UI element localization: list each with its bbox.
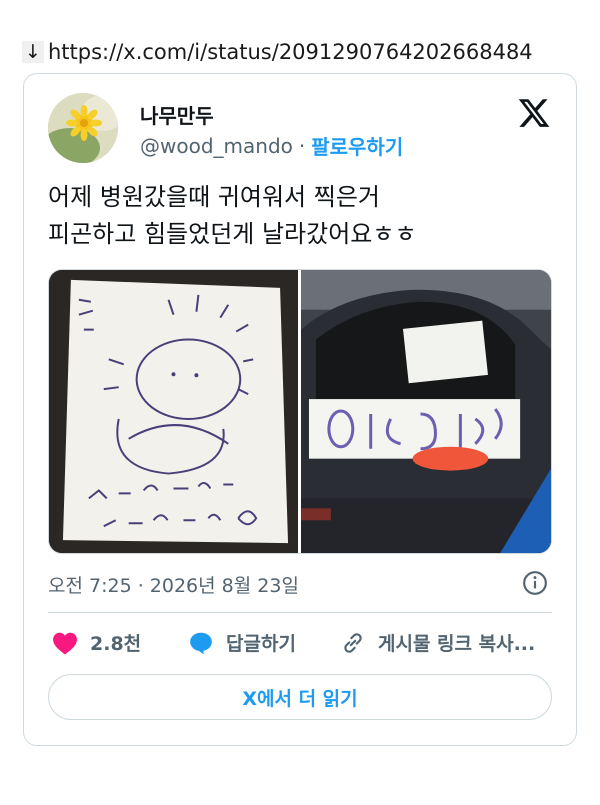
separator-dot: · [298,133,306,158]
avatar-flower-image [48,93,118,163]
tweet-text: 어제 병원갔을때 귀여워서 찍은거 피곤하고 힘들었던게 날라갔어요ㅎㅎ [48,179,558,253]
action-bar: 2.8천 답글하기 게시물 링크 복사... [48,629,552,659]
heart-icon [53,632,77,654]
car-photo-image [301,270,551,553]
copy-link-button[interactable]: 게시물 링크 복사... [340,629,535,656]
avatar[interactable] [48,93,118,163]
photo-car[interactable] [301,270,551,553]
info-icon[interactable] [522,570,548,596]
tweet-text-line-1: 어제 병원갔을때 귀여워서 찍은거 [48,183,381,211]
x-logo-icon[interactable] [517,96,551,130]
copy-link-label: 게시물 링크 복사... [378,633,536,655]
photo-grid [48,269,552,554]
divider [48,612,552,613]
reply-button[interactable]: 답글하기 [188,629,296,656]
link-icon [344,632,362,653]
handle-row: @wood_mando · 팔로우하기 [140,131,403,160]
photo-drawing[interactable] [49,270,298,553]
follow-button[interactable]: 팔로우하기 [311,131,403,160]
like-count: 2.8천 [90,633,142,655]
drawing-photo-image [49,270,298,553]
author-name[interactable]: 나무만두 [140,100,214,129]
tweet-timestamp[interactable]: 오전 7:25 · 2026년 8월 23일 [48,571,299,598]
reply-label: 답글하기 [226,633,296,655]
url-bar[interactable]: ↓ https://x.com/i/status/209129076420266… [22,40,533,64]
author-handle[interactable]: @wood_mando [140,134,293,158]
read-more-button[interactable]: X에서 더 읽기 [48,674,552,720]
reply-bubble-icon [190,632,212,654]
url-text[interactable]: https://x.com/i/status/20912907642026684… [48,40,533,64]
download-arrow-icon: ↓ [22,41,44,63]
like-button[interactable]: 2.8천 [52,629,141,656]
tweet-card: 나무만두 @wood_mando · 팔로우하기 어제 병원갔을때 귀여워서 찍… [23,73,577,746]
tweet-text-line-2: 피곤하고 힘들었던게 날라갔어요ㅎㅎ [48,220,417,248]
